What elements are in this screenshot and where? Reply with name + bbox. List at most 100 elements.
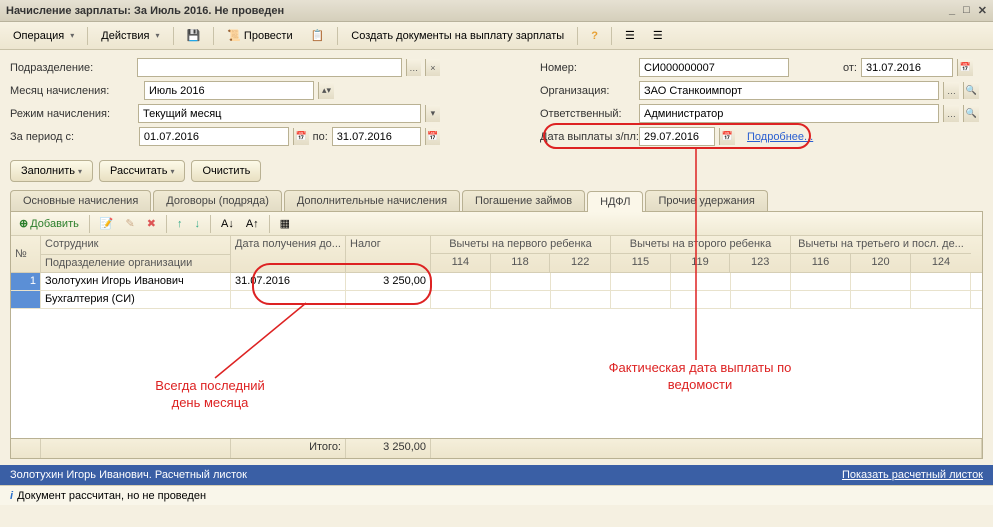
tab-bar: Основные начисления Договоры (подряда) Д… — [0, 190, 993, 211]
date-from-input[interactable]: 31.07.2016 — [861, 58, 953, 77]
spinner-icon[interactable]: ▴▾ — [318, 82, 334, 99]
grid: ⊕Добавить 📝 ✎ ✖ ↑ ↓ A↓ A↑ ▦ № Сотрудник … — [10, 211, 983, 459]
provesti-button[interactable]: 📜Провести — [220, 25, 299, 46]
status-bar-info: i Документ рассчитан, но не проведен — [0, 485, 993, 505]
delete-icon: ✖ — [147, 217, 156, 230]
subdiv-select-icon[interactable]: … — [406, 59, 421, 76]
col-group-child2[interactable]: Вычеты на второго ребенка — [611, 236, 790, 254]
number-input[interactable]: СИ000000007 — [639, 58, 789, 77]
chevron-down-icon[interactable]: ▾ — [425, 105, 440, 122]
help-button[interactable]: ? — [584, 26, 605, 46]
calendar-icon[interactable]: 📅 — [957, 59, 973, 76]
subdiv-input[interactable] — [137, 58, 402, 77]
list-button-1[interactable]: ☰ — [618, 25, 642, 46]
table-row[interactable]: 1 Золотухин Игорь Иванович 31.07.2016 3 … — [11, 273, 982, 291]
period-label: За период с: — [10, 131, 135, 143]
paydate-input[interactable]: 29.07.2016 — [639, 127, 715, 146]
move-up-button[interactable]: ↑ — [173, 216, 187, 232]
more-link[interactable]: Подробнее... — [747, 131, 813, 143]
arrow-down-icon: ↓ — [194, 218, 200, 230]
tab-loans[interactable]: Погашение займов — [462, 190, 585, 211]
status-bar-employee: Золотухин Игорь Иванович. Расчетный лист… — [0, 465, 993, 485]
resp-input[interactable]: Администратор — [639, 104, 939, 123]
month-label: Месяц начисления: — [10, 85, 140, 97]
paydate-label: Дата выплаты з/пл: — [540, 131, 635, 143]
col-date[interactable]: Дата получения до... — [231, 236, 346, 272]
form-area: Подразделение: … × Номер: СИ000000007 от… — [0, 50, 993, 158]
fill-button[interactable]: Заполнить — [10, 160, 93, 182]
close-icon[interactable]: ✕ — [978, 4, 987, 17]
edit-button[interactable]: ✎ — [122, 215, 139, 232]
scroll-icon: 📜 — [227, 29, 241, 42]
insert-icon: 📝 — [100, 217, 114, 230]
grid-header: № Сотрудник Подразделение организации Да… — [11, 236, 982, 273]
sort-desc-icon: A↑ — [246, 218, 259, 230]
org-label: Организация: — [540, 85, 635, 97]
calendar-icon[interactable]: 📅 — [425, 128, 440, 145]
status-doc-text: Документ рассчитан, но не проведен — [17, 490, 206, 502]
table-row[interactable]: Бухгалтерия (СИ) — [11, 291, 982, 309]
resp-search-icon[interactable]: 🔍 — [963, 105, 979, 122]
tab-main-accruals[interactable]: Основные начисления — [10, 190, 151, 211]
subdiv-clear-icon[interactable]: × — [425, 59, 440, 76]
org-input[interactable]: ЗАО Станкоимпорт — [639, 81, 939, 100]
minimize-icon[interactable]: _ — [949, 4, 955, 17]
calc-button[interactable]: Рассчитать — [99, 160, 185, 182]
maximize-icon[interactable]: □ — [963, 4, 970, 17]
post-icon: 📋 — [311, 29, 325, 42]
grid-body[interactable]: 1 Золотухин Игорь Иванович 31.07.2016 3 … — [11, 273, 982, 438]
create-paydocs-button[interactable]: Создать документы на выплату зарплаты — [344, 26, 571, 46]
tab-contracts[interactable]: Договоры (подряда) — [153, 190, 282, 211]
move-down-button[interactable]: ↓ — [190, 216, 204, 232]
tab-additional[interactable]: Дополнительные начисления — [284, 190, 460, 211]
resp-label: Ответственный: — [540, 108, 635, 120]
action-buttons: Заполнить Рассчитать Очистить — [0, 158, 993, 190]
window-title: Начисление зарплаты: За Июль 2016. Не пр… — [6, 5, 949, 17]
list-icon: ☰ — [625, 29, 635, 42]
insert-button[interactable]: 📝 — [96, 215, 118, 232]
col-group-child3[interactable]: Вычеты на третьего и посл. де... — [791, 236, 971, 254]
titlebar: Начисление зарплаты: За Июль 2016. Не пр… — [0, 0, 993, 22]
sort-asc-button[interactable]: A↓ — [217, 216, 238, 232]
mode-label: Режим начисления: — [10, 108, 134, 120]
arrow-up-icon: ↑ — [177, 218, 183, 230]
list-button-2[interactable]: ☰ — [646, 25, 670, 46]
org-select-icon[interactable]: … — [943, 82, 959, 99]
info-icon: i — [10, 490, 13, 502]
list-icon-2: ☰ — [653, 29, 663, 42]
save-button[interactable]: 💾 — [180, 25, 208, 46]
post-button[interactable]: 📋 — [304, 25, 332, 46]
tab-other[interactable]: Прочие удержания — [645, 190, 767, 211]
tab-ndfl[interactable]: НДФЛ — [587, 191, 643, 212]
window-controls: _ □ ✕ — [949, 4, 987, 17]
col-employee[interactable]: Сотрудник — [41, 236, 231, 254]
col-group-child1[interactable]: Вычеты на первого ребенка — [431, 236, 610, 254]
month-input[interactable]: Июль 2016 — [144, 81, 314, 100]
help-icon: ? — [591, 30, 598, 42]
col-num[interactable]: № — [11, 236, 41, 272]
add-row-button[interactable]: ⊕Добавить — [15, 215, 83, 232]
settings-button[interactable]: ▦ — [276, 215, 294, 232]
grid-icon: ▦ — [280, 217, 290, 230]
org-search-icon[interactable]: 🔍 — [963, 82, 979, 99]
col-subdiv[interactable]: Подразделение организации — [41, 254, 231, 272]
plus-icon: ⊕ — [19, 217, 28, 230]
clear-button[interactable]: Очистить — [191, 160, 261, 182]
period-to-input[interactable]: 31.07.2016 — [332, 127, 421, 146]
show-payslip-link[interactable]: Показать расчетный листок — [842, 469, 983, 481]
mode-select[interactable]: Текущий месяц — [138, 104, 421, 123]
number-label: Номер: — [540, 62, 635, 74]
calendar-icon[interactable]: 📅 — [719, 128, 735, 145]
col-tax[interactable]: Налог — [346, 236, 431, 272]
sort-desc-button[interactable]: A↑ — [242, 216, 263, 232]
actions-menu[interactable]: Действия — [94, 26, 166, 46]
save-icon: 💾 — [187, 29, 201, 42]
delete-button[interactable]: ✖ — [143, 215, 160, 232]
subdiv-label: Подразделение: — [10, 62, 133, 74]
grid-footer: Итого: 3 250,00 — [11, 438, 982, 458]
resp-select-icon[interactable]: … — [943, 105, 959, 122]
operation-menu[interactable]: Операция — [6, 26, 81, 46]
calendar-icon[interactable]: 📅 — [293, 128, 308, 145]
status-employee-text: Золотухин Игорь Иванович. Расчетный лист… — [10, 469, 247, 481]
period-from-input[interactable]: 01.07.2016 — [139, 127, 289, 146]
